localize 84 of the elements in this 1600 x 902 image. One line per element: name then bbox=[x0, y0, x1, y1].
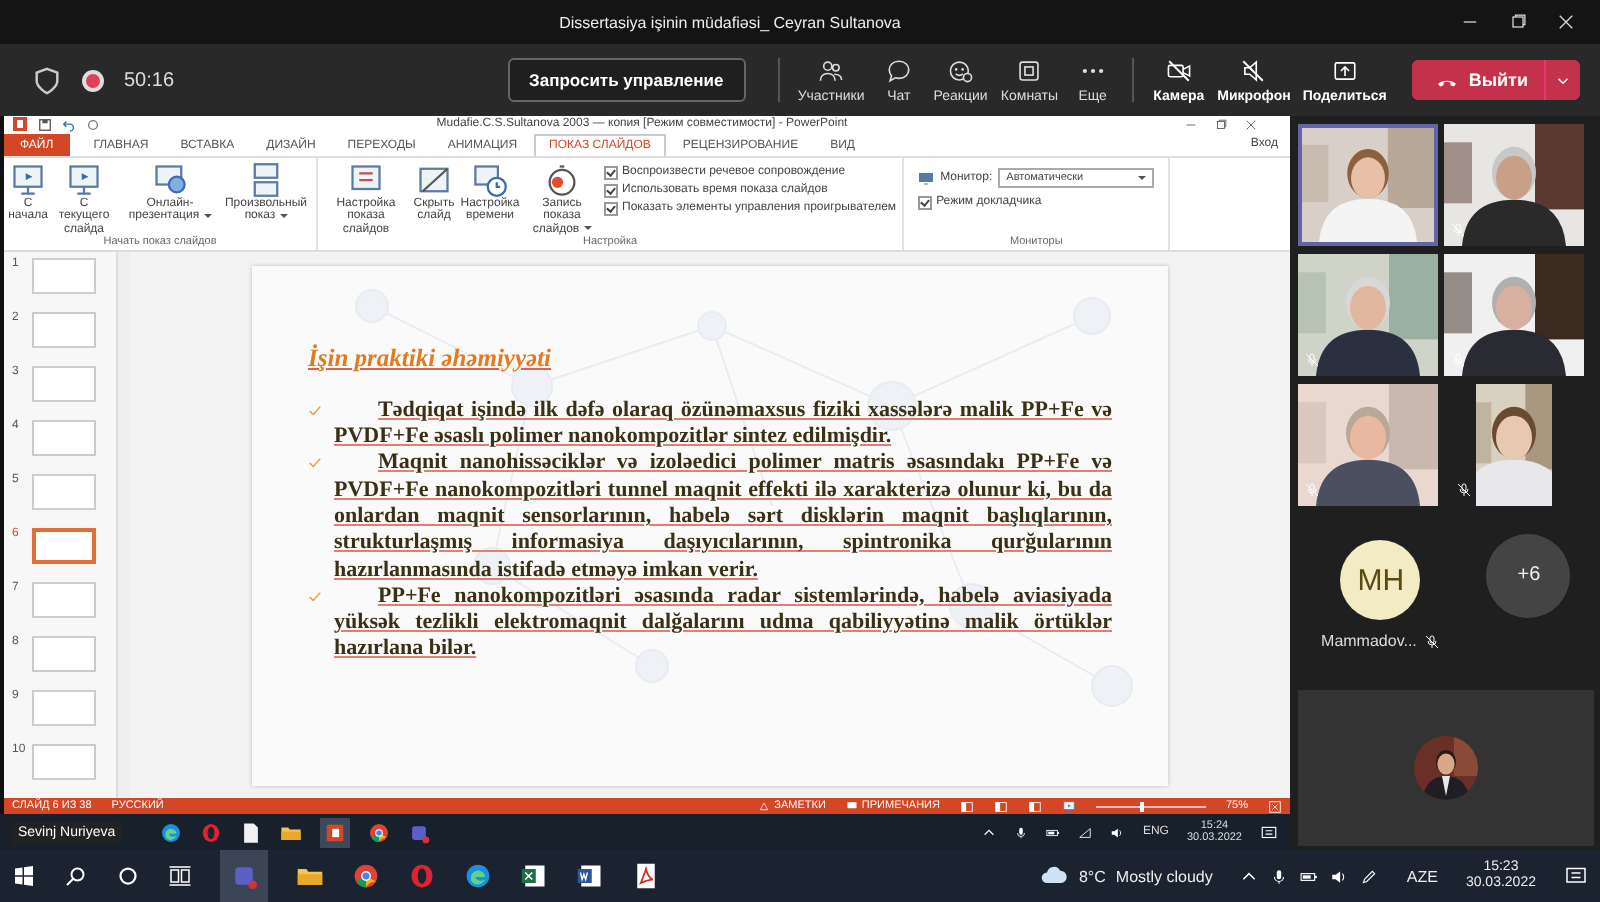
app-icon[interactable] bbox=[367, 821, 390, 843]
slides-icon bbox=[248, 161, 284, 198]
restore-icon[interactable] bbox=[1508, 12, 1528, 32]
scrollbar[interactable] bbox=[116, 252, 130, 799]
microphone-icon[interactable] bbox=[1014, 825, 1029, 839]
language-indicator[interactable]: AZE bbox=[1406, 867, 1438, 885]
video-tile[interactable] bbox=[1444, 124, 1584, 246]
sorter-view-icon[interactable] bbox=[993, 799, 1008, 814]
pen-icon[interactable] bbox=[1360, 867, 1379, 885]
presentation-icon bbox=[10, 161, 46, 198]
video-tile[interactable] bbox=[1298, 124, 1438, 246]
presentation-icon bbox=[66, 161, 102, 198]
restore-icon[interactable] bbox=[1214, 117, 1228, 132]
app-icon[interactable] bbox=[323, 821, 346, 843]
mic-off-icon bbox=[1304, 482, 1320, 498]
slide-thumbnail[interactable] bbox=[32, 528, 96, 565]
mic-off-icon bbox=[1450, 352, 1466, 368]
mic-off-icon bbox=[1456, 482, 1472, 498]
app-icon[interactable] bbox=[520, 862, 548, 890]
shield-icon bbox=[32, 65, 62, 95]
globe-icon bbox=[152, 161, 188, 198]
smiley-icon bbox=[947, 57, 974, 83]
mic-off-icon bbox=[1304, 352, 1320, 368]
notification-icon[interactable] bbox=[1260, 823, 1278, 841]
people-icon bbox=[818, 57, 845, 83]
monitor-icon bbox=[918, 169, 935, 186]
slide-thumbnail[interactable] bbox=[32, 744, 96, 781]
app-icon[interactable] bbox=[239, 821, 262, 843]
search-icon[interactable] bbox=[64, 864, 88, 888]
app-icon[interactable] bbox=[352, 862, 380, 890]
slide-thumbnail[interactable] bbox=[32, 312, 96, 349]
triangle-icon bbox=[758, 800, 771, 813]
slide-heading: İşin praktiki əhəmiyyəti bbox=[308, 343, 554, 374]
windows-logo-icon[interactable] bbox=[12, 864, 36, 888]
comment-icon bbox=[845, 800, 858, 813]
undo-icon[interactable] bbox=[62, 117, 76, 132]
weather-text: Mostly cloudy bbox=[1115, 867, 1213, 885]
battery-icon[interactable] bbox=[1300, 867, 1319, 885]
volume-icon[interactable] bbox=[1110, 825, 1125, 839]
slide-thumbnail[interactable] bbox=[32, 582, 96, 619]
app-icon[interactable] bbox=[159, 821, 182, 843]
meeting-timer: 50:16 bbox=[124, 69, 175, 91]
slide-thumbnail[interactable] bbox=[32, 636, 96, 673]
chat-icon bbox=[885, 57, 912, 83]
check-icon bbox=[308, 403, 322, 418]
slide-thumbnail[interactable] bbox=[32, 690, 96, 727]
volume-icon[interactable] bbox=[1330, 867, 1349, 885]
save-icon[interactable] bbox=[38, 117, 52, 132]
normal-view-icon[interactable] bbox=[959, 799, 974, 814]
check-icon bbox=[308, 589, 322, 604]
square-icon bbox=[1016, 57, 1043, 83]
bullet-text: Tədqiqat işində ilk dəfə olaraq özünəmaxsus fiziki xassələrə malik PP+Fe və PVDF+Fe əsaslı polimer nanokompozitlər sintez edilmişdir. bbox=[334, 397, 1112, 451]
microphone-icon[interactable] bbox=[1270, 867, 1289, 885]
zoom-slider[interactable] bbox=[1139, 801, 1144, 812]
slide-thumbnail[interactable] bbox=[32, 474, 96, 511]
video-tile[interactable] bbox=[1444, 254, 1584, 376]
notification-icon[interactable] bbox=[1564, 864, 1588, 888]
check-icon bbox=[308, 456, 322, 471]
avatar: MH bbox=[1340, 540, 1421, 620]
temperature: 8°C bbox=[1078, 867, 1106, 885]
slideshow-icon[interactable] bbox=[1061, 799, 1076, 814]
window-title: Dissertasiya işinin müdafiəsi_ Ceyran Sultanova bbox=[557, 13, 903, 31]
leave-button[interactable]: Выйти bbox=[1412, 60, 1545, 100]
chevron-icon[interactable] bbox=[1240, 867, 1259, 885]
app-icon[interactable] bbox=[464, 862, 492, 890]
bullet-text: Maqnit nanohissəciklər və izoləedici polimer matris əsasındakı PP+Fe və PVDF+Fe nanokompozitləri tunnel maqnit effekti ilə xarakterizə olunur ki, bu da onlardan maqnit sensorlarının, habelə sərt disklərin maqnit başlıqlarının, strukturlaşmış informasiya daşıyıcılarının, spintronika qurğularının hazırlanmasında istifadə etməyə imkan verir. bbox=[334, 450, 1112, 584]
signal-icon[interactable] bbox=[1078, 825, 1093, 839]
app-icon[interactable] bbox=[576, 862, 604, 890]
chevron-icon[interactable] bbox=[982, 825, 997, 839]
slide-thumbnail[interactable] bbox=[32, 420, 96, 457]
battery-icon[interactable] bbox=[1046, 825, 1061, 839]
fit-icon[interactable] bbox=[1268, 799, 1282, 814]
reading-view-icon[interactable] bbox=[1027, 799, 1042, 814]
app-icon[interactable] bbox=[632, 862, 660, 890]
mic-off-icon bbox=[1450, 222, 1466, 238]
task-view-icon[interactable] bbox=[168, 864, 192, 888]
video-tile[interactable] bbox=[1298, 384, 1438, 506]
slide-thumbnail[interactable] bbox=[32, 258, 96, 295]
bullet-text: PP+Fe nanokompozitləri əsasında radar sistemlərində, habelə aviasiyada yüksək tezlikli elektromaqnit dalğalarını udma qabiliyyətinə malik örtüklər hazırlana bilər. bbox=[334, 583, 1112, 664]
video-tile[interactable] bbox=[1298, 254, 1438, 376]
more-participants-button[interactable]: +6 bbox=[1486, 533, 1571, 617]
request-control-button[interactable]: Запросить управление bbox=[507, 58, 746, 102]
participant-name: Mammadov... bbox=[1321, 632, 1417, 650]
slide-thumbnail[interactable] bbox=[32, 366, 96, 403]
